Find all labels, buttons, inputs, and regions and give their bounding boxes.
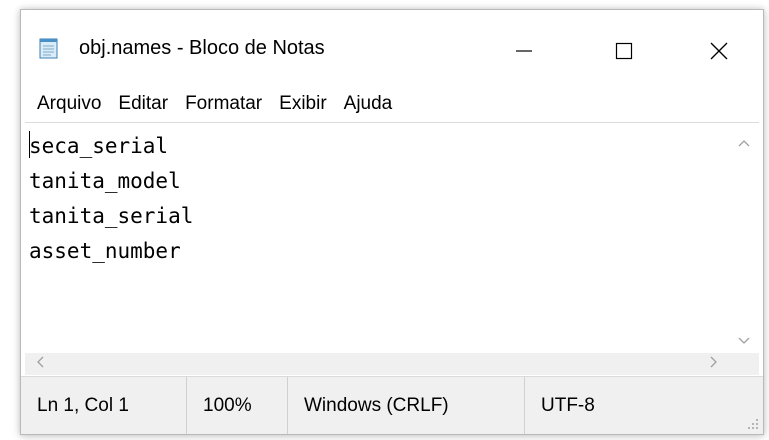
title-bar[interactable]: obj.names - Bloco de Notas xyxy=(21,10,763,86)
status-line-ending: Windows (CRLF) xyxy=(304,394,449,416)
window-title: obj.names - Bloco de Notas xyxy=(79,37,325,59)
status-bar: Ln 1, Col 1 100% Windows (CRLF) UTF-8 xyxy=(21,376,763,434)
menu-formatar[interactable]: Formatar xyxy=(185,93,262,115)
text-editor[interactable]: seca_serial tanita_model tanita_serial a… xyxy=(25,122,759,375)
scrollbar-corner xyxy=(729,353,759,375)
status-cursor-position: Ln 1, Col 1 xyxy=(37,394,129,416)
horizontal-scrollbar[interactable] xyxy=(25,353,729,375)
close-icon xyxy=(709,41,729,61)
menu-editar[interactable]: Editar xyxy=(118,93,168,115)
editor-line[interactable]: tanita_serial xyxy=(29,199,729,234)
scroll-left-button[interactable] xyxy=(25,353,55,375)
vertical-scrollbar[interactable] xyxy=(729,123,759,355)
minimize-button[interactable] xyxy=(481,18,567,84)
editor-line[interactable]: asset_number xyxy=(29,234,729,269)
status-zoom: 100% xyxy=(203,394,252,416)
text-caret xyxy=(29,131,30,158)
chevron-left-icon xyxy=(36,355,44,373)
resize-grip-icon[interactable] xyxy=(745,416,759,430)
maximize-button[interactable] xyxy=(581,18,667,84)
editor-line[interactable]: tanita_model xyxy=(29,164,729,199)
chevron-up-icon xyxy=(738,134,750,152)
editor-line[interactable]: seca_serial xyxy=(29,129,729,164)
menu-ajuda[interactable]: Ajuda xyxy=(344,93,393,115)
scroll-up-button[interactable] xyxy=(729,129,759,157)
close-button[interactable] xyxy=(676,18,762,84)
notepad-window: obj.names - Bloco de Notas Arquivo Edita… xyxy=(20,9,764,435)
scroll-down-button[interactable] xyxy=(729,327,759,355)
minimize-icon xyxy=(514,41,534,61)
chevron-down-icon xyxy=(738,332,750,350)
menu-bar: Arquivo Editar Formatar Exibir Ajuda xyxy=(21,88,763,120)
scroll-right-button[interactable] xyxy=(699,353,729,375)
editor-text-area[interactable]: seca_serial tanita_model tanita_serial a… xyxy=(29,129,729,355)
menu-exibir[interactable]: Exibir xyxy=(279,93,327,115)
maximize-icon xyxy=(614,41,634,61)
notepad-icon xyxy=(37,36,61,60)
chevron-right-icon xyxy=(710,355,718,373)
menu-arquivo[interactable]: Arquivo xyxy=(37,93,101,115)
status-encoding: UTF-8 xyxy=(541,394,595,416)
